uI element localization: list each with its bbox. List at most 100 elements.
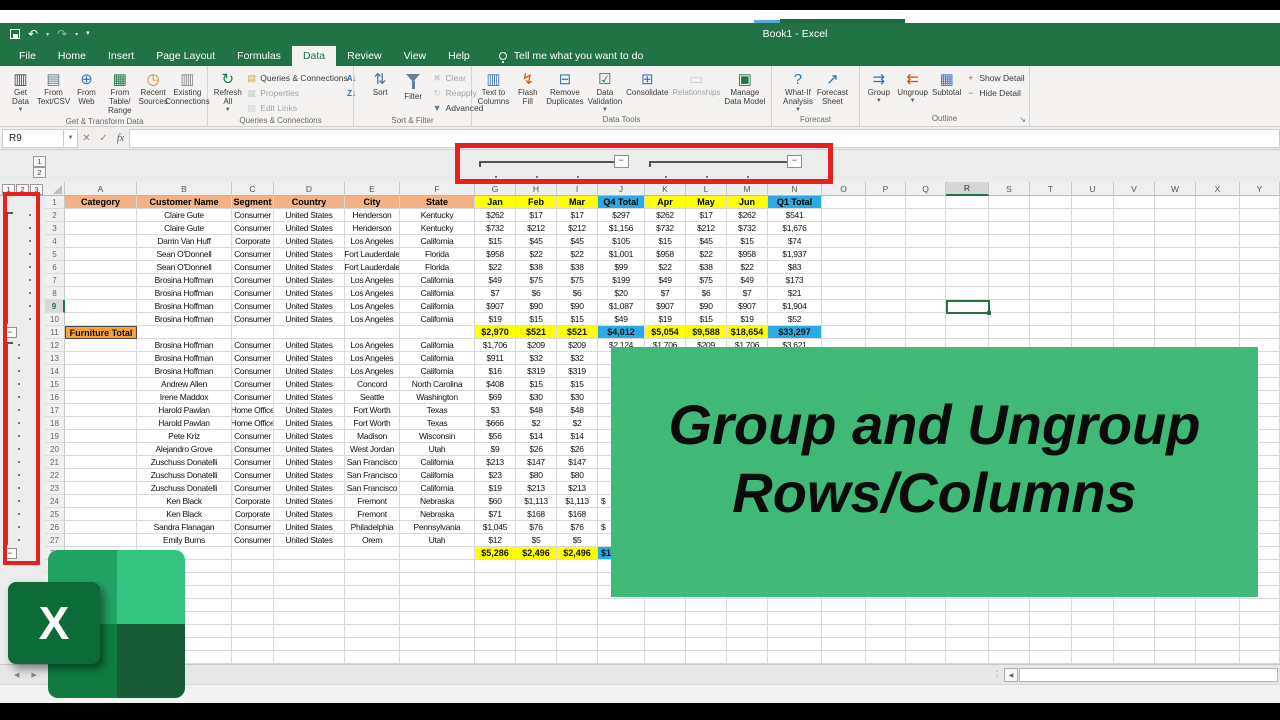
cell-e18[interactable]: Fort Worth (345, 417, 400, 430)
cell-b5[interactable]: Sean O'Donnell (137, 248, 232, 261)
cell-h14[interactable]: $319 (516, 365, 557, 378)
cell-p36[interactable] (866, 651, 906, 664)
cell-h26[interactable]: $76 (516, 521, 557, 534)
cell-d34[interactable] (274, 625, 345, 638)
cell-r35[interactable] (946, 638, 989, 651)
cell-a10[interactable] (65, 313, 137, 326)
cell-t1[interactable] (1030, 196, 1072, 209)
cell-d12[interactable]: United States (274, 339, 345, 352)
row-header-17[interactable]: 17 (45, 404, 65, 417)
cell-k9[interactable]: $907 (645, 300, 686, 313)
cell-b26[interactable]: Sandra Flanagan (137, 521, 232, 534)
cell-l36[interactable] (686, 651, 727, 664)
cell-d15[interactable]: United States (274, 378, 345, 391)
cell-d32[interactable] (274, 599, 345, 612)
cell-e14[interactable]: Los Angeles (345, 365, 400, 378)
cell-d31[interactable] (274, 586, 345, 599)
cell-f5[interactable]: Florida (400, 248, 475, 261)
horizontal-scrollbar[interactable] (1019, 668, 1278, 682)
cell-f29[interactable] (400, 560, 475, 573)
cell-b22[interactable]: Zuschuss Donatelli (137, 469, 232, 482)
cell-p2[interactable] (866, 209, 906, 222)
column-outline-level-1[interactable]: 1 (33, 156, 46, 167)
cell-e10[interactable]: Los Angeles (345, 313, 400, 326)
ribbon-button-existing-connections[interactable]: ▥Existing Connections (170, 68, 205, 116)
cell-b20[interactable]: Alejandro Grove (137, 443, 232, 456)
cell-e34[interactable] (345, 625, 400, 638)
cell-n32[interactable] (768, 599, 822, 612)
ribbon-button-hide-detail[interactable]: −Hide Detail (965, 86, 1024, 100)
cell-w11[interactable] (1155, 326, 1196, 339)
column-header-t[interactable]: T (1030, 182, 1072, 196)
cell-x33[interactable] (1196, 612, 1240, 625)
cell-k5[interactable]: $958 (645, 248, 686, 261)
cell-o1[interactable] (822, 196, 866, 209)
cell-g32[interactable] (475, 599, 516, 612)
cell-c25[interactable]: Corporate (232, 508, 274, 521)
cell-d26[interactable]: United States (274, 521, 345, 534)
cell-u3[interactable] (1072, 222, 1114, 235)
column-header-u[interactable]: U (1072, 182, 1114, 196)
cell-a23[interactable] (65, 482, 137, 495)
cell-h21[interactable]: $147 (516, 456, 557, 469)
cell-m36[interactable] (727, 651, 768, 664)
cell-h3[interactable]: $212 (516, 222, 557, 235)
cell-e23[interactable]: San Francisco (345, 482, 400, 495)
cell-b23[interactable]: Zuschuss Donatelli (137, 482, 232, 495)
cell-q3[interactable] (906, 222, 946, 235)
row-header-4[interactable]: 4 (45, 235, 65, 248)
ribbon-button-what-if-analysis[interactable]: ?What-If Analysis▼ (781, 68, 815, 114)
cell-c36[interactable] (232, 651, 274, 664)
redo-icon[interactable]: ↷ (57, 28, 67, 40)
cell-n4[interactable]: $74 (768, 235, 822, 248)
cell-n7[interactable]: $173 (768, 274, 822, 287)
cell-e2[interactable]: Henderson (345, 209, 400, 222)
cell-q7[interactable] (906, 274, 946, 287)
cell-x35[interactable] (1196, 638, 1240, 651)
cell-g16[interactable]: $69 (475, 391, 516, 404)
cell-x3[interactable] (1196, 222, 1240, 235)
cell-d11[interactable] (274, 326, 345, 339)
selected-cell-r9[interactable] (946, 300, 990, 314)
cell-c34[interactable] (232, 625, 274, 638)
row-header-19[interactable]: 19 (45, 430, 65, 443)
cell-e26[interactable]: Philadelphia (345, 521, 400, 534)
cell-a6[interactable] (65, 261, 137, 274)
column-header-j[interactable]: J (598, 182, 645, 196)
cell-o3[interactable] (822, 222, 866, 235)
ribbon-button-from-web[interactable]: ⊕From Web (70, 68, 103, 116)
column-header-m[interactable]: M (727, 182, 768, 196)
ribbon-button-forecast-sheet[interactable]: ↗Forecast Sheet (815, 68, 850, 114)
row-header-20[interactable]: 20 (45, 443, 65, 456)
column-header-v[interactable]: V (1114, 182, 1155, 196)
cell-e5[interactable]: Fort Lauderdale (345, 248, 400, 261)
cell-h13[interactable]: $32 (516, 352, 557, 365)
ribbon-button-sort[interactable]: ⇅Sort (364, 68, 397, 115)
cell-y10[interactable] (1240, 313, 1280, 326)
cell-b14[interactable]: Brosina Hoffman (137, 365, 232, 378)
cell-y1[interactable] (1240, 196, 1280, 209)
cell-s8[interactable] (989, 287, 1030, 300)
cell-i16[interactable]: $30 (557, 391, 598, 404)
cell-g22[interactable]: $23 (475, 469, 516, 482)
cell-h31[interactable] (516, 586, 557, 599)
cell-v11[interactable] (1114, 326, 1155, 339)
cell-b2[interactable]: Claire Gute (137, 209, 232, 222)
cell-u8[interactable] (1072, 287, 1114, 300)
cell-g19[interactable]: $56 (475, 430, 516, 443)
cell-c15[interactable]: Consumer (232, 378, 274, 391)
cell-j33[interactable] (598, 612, 645, 625)
cell-f16[interactable]: Washington (400, 391, 475, 404)
cell-s34[interactable] (989, 625, 1030, 638)
tab-insert[interactable]: Insert (97, 46, 145, 66)
cell-o8[interactable] (822, 287, 866, 300)
cell-a18[interactable] (65, 417, 137, 430)
cell-g36[interactable] (475, 651, 516, 664)
cell-p7[interactable] (866, 274, 906, 287)
cell-y33[interactable] (1240, 612, 1280, 625)
cell-w34[interactable] (1155, 625, 1196, 638)
cell-f2[interactable]: Kentucky (400, 209, 475, 222)
cell-x4[interactable] (1196, 235, 1240, 248)
cell-i14[interactable]: $319 (557, 365, 598, 378)
cell-t34[interactable] (1030, 625, 1072, 638)
